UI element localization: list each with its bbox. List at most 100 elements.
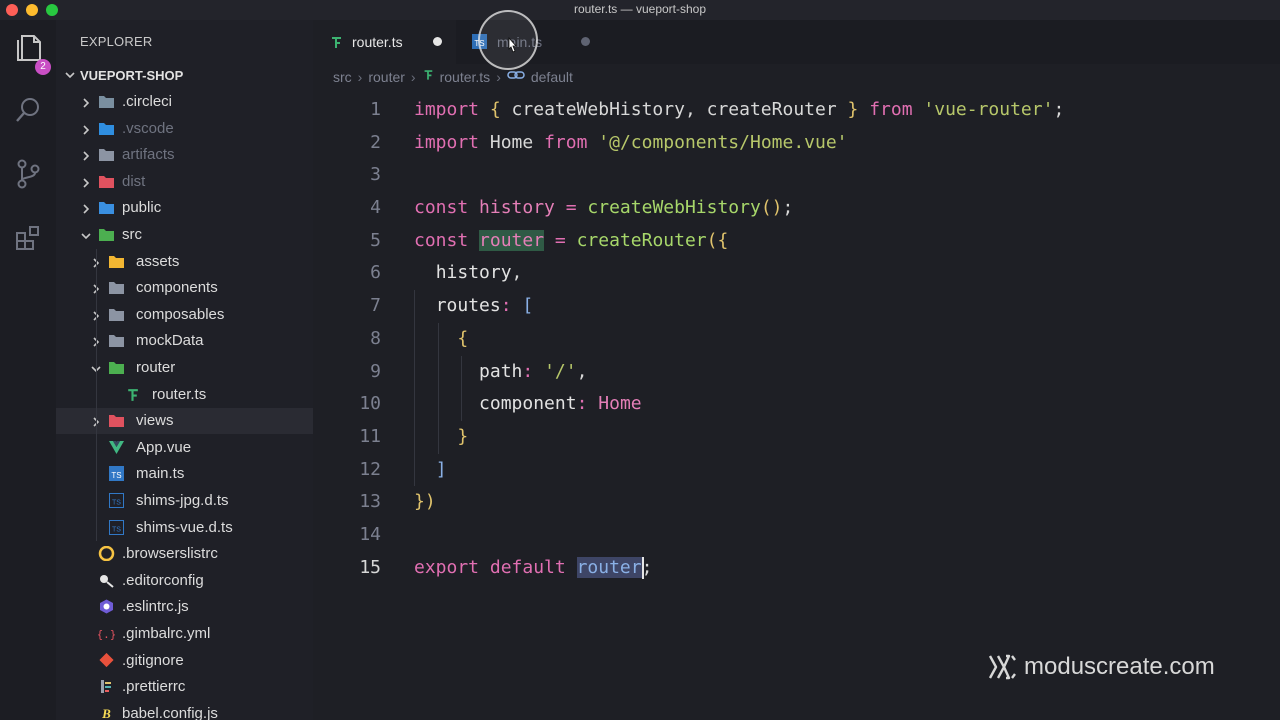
code-editor[interactable]: 1 import { createWebHistory, createRouter…	[313, 94, 1280, 584]
tree-item-label: artifacts	[122, 146, 175, 164]
tree-item-router[interactable]: router	[56, 355, 313, 381]
chevron-right-icon	[80, 176, 92, 194]
code-line: 2 import Home from '@/components/Home.vue…	[313, 127, 1280, 160]
tree-item-shims-jpg-d-ts[interactable]: TS shims-jpg.d.ts	[56, 488, 313, 514]
title-bar: router.ts — vueport-shop	[0, 0, 1280, 20]
tree-item-gitignore[interactable]: .gitignore	[56, 648, 313, 674]
folder-icon	[108, 307, 125, 322]
line-number: 3	[370, 164, 381, 186]
tree-item-label: .eslintrc.js	[122, 598, 189, 616]
assets-folder-icon	[108, 254, 125, 269]
extensions-icon[interactable]	[8, 218, 48, 258]
code-line: 12 ]	[313, 454, 1280, 487]
tree-item-label: main.ts	[136, 465, 185, 483]
line-number: 11	[359, 425, 381, 447]
breadcrumb-item[interactable]: default	[531, 69, 573, 85]
mouse-pointer-highlight	[478, 10, 538, 70]
tree-item-main-ts[interactable]: TS main.ts	[56, 461, 313, 487]
source-control-icon[interactable]	[8, 154, 48, 194]
tree-item-browserslistrc[interactable]: .browserslistrc	[56, 541, 313, 567]
line-number: 9	[370, 360, 381, 382]
search-icon[interactable]	[8, 90, 48, 130]
tree-item-mockdata[interactable]: mockData	[56, 328, 313, 354]
text-cursor	[641, 556, 644, 579]
vscode-folder-icon	[98, 121, 115, 136]
unsaved-dot-icon[interactable]	[433, 37, 442, 46]
tree-item-public[interactable]: public	[56, 195, 313, 221]
router-file-icon	[124, 387, 141, 402]
tree-item-label: .prettierrc	[122, 678, 186, 696]
tree-item-label: .browserslistrc	[122, 545, 218, 563]
chevron-right-icon	[80, 96, 92, 114]
watermark-text: moduscreate.com	[1024, 653, 1215, 680]
prettier-icon	[98, 679, 115, 694]
tree-item-label: .gimbalrc.yml	[122, 625, 211, 642]
code-line: 9 path: '/',	[313, 356, 1280, 389]
project-root[interactable]: VUEPORT-SHOP	[56, 66, 313, 86]
tree-item-eslintrc-js[interactable]: .eslintrc.js	[56, 594, 313, 620]
views-folder-icon	[108, 413, 125, 428]
line-number: 12	[359, 458, 381, 480]
tree-item-label: mockData	[136, 332, 204, 350]
editor-area: router.ts TS main.ts src › router › router.t…	[313, 20, 1280, 720]
yaml-icon: {.}	[97, 626, 117, 641]
window-title: router.ts — vueport-shop	[573, 2, 707, 16]
tree-item-views[interactable]: views	[56, 408, 313, 435]
tree-item-shims-vue-d-ts[interactable]: TS shims-vue.d.ts	[56, 515, 313, 541]
files-icon[interactable]: 2	[8, 28, 51, 75]
line-number: 1	[370, 99, 381, 120]
tree-item-components[interactable]: components	[56, 275, 313, 301]
breadcrumb-item[interactable]: router	[368, 69, 405, 85]
cursor-pointer-icon	[508, 37, 517, 53]
breadcrumb: src › router › router.ts › default	[333, 68, 573, 86]
tree-item-label: components	[136, 279, 218, 297]
tree-item-circleci[interactable]: .circleci	[56, 89, 313, 115]
router-folder-icon	[108, 360, 125, 375]
notification-badge: 2	[35, 59, 51, 75]
tree-item-label: dist	[122, 172, 146, 190]
line-number: 15	[359, 556, 381, 578]
tree-item-label: shims-vue.d.ts	[136, 518, 233, 536]
explorer-sidebar: EXPLORER VUEPORT-SHOP .circleci .vscode ar…	[56, 20, 313, 720]
line-number: 2	[370, 131, 381, 153]
svg-text:TS: TS	[112, 500, 121, 507]
line-number: 14	[359, 523, 381, 545]
tree-item-router-ts[interactable]: router.ts	[56, 382, 313, 408]
tab-router-ts[interactable]: router.ts	[313, 20, 456, 64]
tree-item-label: public	[122, 199, 162, 217]
router-file-icon	[332, 37, 341, 48]
chevron-right-icon	[80, 123, 92, 141]
folder-icon	[108, 333, 125, 348]
project-name: VUEPORT-SHOP	[80, 68, 184, 83]
editorconfig-icon	[98, 573, 115, 588]
tree-item-assets[interactable]: assets	[56, 249, 313, 275]
breadcrumb-item[interactable]: router.ts	[440, 69, 491, 85]
svg-text:TS: TS	[111, 471, 121, 480]
chevron-down-icon	[65, 72, 75, 79]
unsaved-dot-icon[interactable]	[581, 37, 590, 46]
circleci-folder-icon	[98, 94, 115, 109]
chevron-right-icon: ›	[410, 69, 416, 86]
code-line: 4 const history = createWebHistory();	[313, 192, 1280, 225]
tree-item-label: .vscode	[122, 119, 174, 137]
tree-item-editorconfig[interactable]: .editorconfig	[56, 568, 313, 594]
tree-item-gimbalrc-yml[interactable]: {.} .gimbalrc.yml	[56, 621, 313, 647]
tree-item-label: App.vue	[136, 438, 192, 456]
typescript-icon: TS	[108, 466, 125, 482]
tree-item-src[interactable]: src	[56, 222, 313, 248]
tree-item-app-vue[interactable]: App.vue	[56, 435, 313, 461]
code-line: 8 {	[313, 323, 1280, 356]
tree-item-composables[interactable]: composables	[56, 302, 313, 328]
tree-item-vscode[interactable]: .vscode	[56, 116, 313, 142]
typescript-def-icon: TS	[108, 493, 125, 508]
svg-text:TS: TS	[112, 526, 121, 533]
line-number: 13	[359, 491, 381, 513]
chevron-right-icon	[80, 149, 92, 167]
tree-item-dist[interactable]: dist	[56, 169, 313, 195]
tree-item-babel-config-js[interactable]: Bbabel.config.js	[56, 701, 313, 720]
dist-folder-icon	[98, 174, 115, 189]
breadcrumb-item[interactable]: src	[333, 69, 352, 85]
code-line: 13})	[313, 486, 1280, 519]
tree-item-prettierrc[interactable]: .prettierrc	[56, 674, 313, 700]
tree-item-artifacts[interactable]: artifacts	[56, 142, 313, 168]
